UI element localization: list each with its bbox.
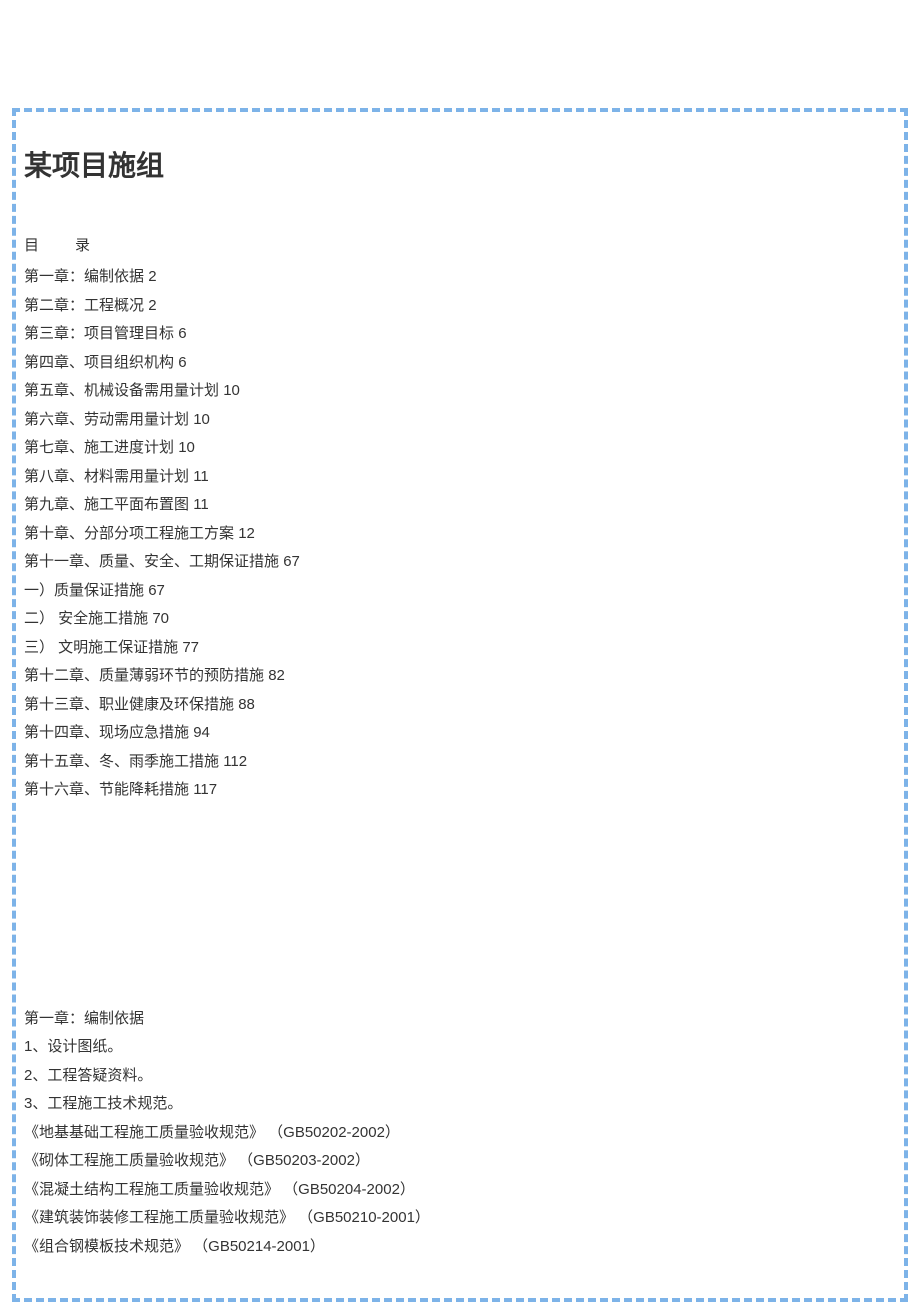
toc-label: 第九章、施工平面布置图 bbox=[24, 496, 189, 513]
toc-page: 12 bbox=[238, 525, 255, 542]
toc-page: 67 bbox=[283, 553, 300, 570]
toc-page: 88 bbox=[238, 696, 255, 713]
toc-label: 第十五章、冬、雨季施工措施 bbox=[24, 753, 219, 770]
toc-entry: 一）质量保证措施 67 bbox=[24, 577, 896, 606]
toc-page: 94 bbox=[193, 724, 210, 741]
toc-label: 第四章、项目组织机构 bbox=[24, 354, 174, 371]
toc-entry: 第八章、材料需用量计划 11 bbox=[24, 463, 896, 492]
toc-page: 70 bbox=[152, 610, 169, 627]
toc-entry: 第二章：工程概况 2 bbox=[24, 292, 896, 321]
toc-page: 82 bbox=[268, 667, 285, 684]
toc-entry: 第五章、机械设备需用量计划 10 bbox=[24, 377, 896, 406]
toc-page: 11 bbox=[193, 496, 209, 513]
toc-entry: 第七章、施工进度计划 10 bbox=[24, 434, 896, 463]
toc-label: 第八章、材料需用量计划 bbox=[24, 468, 189, 485]
toc-label: 第十三章、职业健康及环保措施 bbox=[24, 696, 234, 713]
content-line: 《组合钢模板技术规范》 （GB50214-2001） bbox=[24, 1233, 896, 1262]
toc-label: 第十六章、节能降耗措施 bbox=[24, 781, 189, 798]
toc-entry: 第九章、施工平面布置图 11 bbox=[24, 491, 896, 520]
toc-label: 第一章：编制依据 bbox=[24, 268, 144, 285]
toc-page: 11 bbox=[193, 468, 209, 485]
toc-label: 一）质量保证措施 bbox=[24, 582, 144, 599]
toc-label: 第十章、分部分项工程施工方案 bbox=[24, 525, 234, 542]
page-frame: 某项目施组 目 录 第一章：编制依据 2 第二章：工程概况 2 第三章：项目管理… bbox=[12, 108, 908, 1302]
content-line: 2、工程答疑资料。 bbox=[24, 1062, 896, 1091]
toc-label: 第十一章、质量、安全、工期保证措施 bbox=[24, 553, 279, 570]
document-title: 某项目施组 bbox=[24, 144, 896, 184]
toc-header: 目 录 bbox=[24, 234, 896, 255]
toc-label: 第五章、机械设备需用量计划 bbox=[24, 382, 219, 399]
toc-page: 117 bbox=[193, 781, 217, 798]
toc-page: 2 bbox=[148, 268, 156, 285]
toc-entry: 第三章：项目管理目标 6 bbox=[24, 320, 896, 349]
toc-page: 112 bbox=[223, 753, 247, 770]
content-line: 《建筑装饰装修工程施工质量验收规范》 （GB50210-2001） bbox=[24, 1204, 896, 1233]
toc-label: 第三章：项目管理目标 bbox=[24, 325, 174, 342]
toc-entry: 第十二章、质量薄弱环节的预防措施 82 bbox=[24, 662, 896, 691]
content-line: 《混凝土结构工程施工质量验收规范》 （GB50204-2002） bbox=[24, 1176, 896, 1205]
toc-label: 第十四章、现场应急措施 bbox=[24, 724, 189, 741]
content-line: 《地基基础工程施工质量验收规范》 （GB50202-2002） bbox=[24, 1119, 896, 1148]
toc-entry: 第十一章、质量、安全、工期保证措施 67 bbox=[24, 548, 896, 577]
toc-entry: 第十五章、冬、雨季施工措施 112 bbox=[24, 748, 896, 777]
toc-label: 第六章、劳动需用量计划 bbox=[24, 411, 189, 428]
toc-label: 二） 安全施工措施 bbox=[24, 610, 148, 627]
toc-entry: 第四章、项目组织机构 6 bbox=[24, 349, 896, 378]
toc-page: 10 bbox=[223, 382, 240, 399]
table-of-contents: 目 录 第一章：编制依据 2 第二章：工程概况 2 第三章：项目管理目标 6 第… bbox=[24, 234, 896, 805]
toc-label: 三） 文明施工保证措施 bbox=[24, 639, 178, 656]
toc-entry: 第六章、劳动需用量计划 10 bbox=[24, 406, 896, 435]
toc-page: 67 bbox=[148, 582, 165, 599]
chapter-title: 第一章：编制依据 bbox=[24, 1005, 896, 1034]
toc-entry: 第十章、分部分项工程施工方案 12 bbox=[24, 520, 896, 549]
toc-page: 10 bbox=[178, 439, 195, 456]
toc-page: 6 bbox=[178, 354, 186, 371]
content-line: 《砌体工程施工质量验收规范》 （GB50203-2002） bbox=[24, 1147, 896, 1176]
toc-entry: 第十三章、职业健康及环保措施 88 bbox=[24, 691, 896, 720]
toc-page: 77 bbox=[182, 639, 199, 656]
toc-page: 10 bbox=[193, 411, 210, 428]
toc-entry: 三） 文明施工保证措施 77 bbox=[24, 634, 896, 663]
toc-label: 第七章、施工进度计划 bbox=[24, 439, 174, 456]
toc-entry: 第十四章、现场应急措施 94 bbox=[24, 719, 896, 748]
toc-entry: 第一章：编制依据 2 bbox=[24, 263, 896, 292]
toc-entry: 第十六章、节能降耗措施 117 bbox=[24, 776, 896, 805]
toc-entry: 二） 安全施工措施 70 bbox=[24, 605, 896, 634]
toc-page: 2 bbox=[148, 297, 156, 314]
content-section: 第一章：编制依据 1、设计图纸。 2、工程答疑资料。 3、工程施工技术规范。 《… bbox=[24, 1005, 896, 1262]
toc-label: 第十二章、质量薄弱环节的预防措施 bbox=[24, 667, 264, 684]
content-line: 3、工程施工技术规范。 bbox=[24, 1090, 896, 1119]
toc-page: 6 bbox=[178, 325, 186, 342]
toc-label: 第二章：工程概况 bbox=[24, 297, 144, 314]
content-line: 1、设计图纸。 bbox=[24, 1033, 896, 1062]
